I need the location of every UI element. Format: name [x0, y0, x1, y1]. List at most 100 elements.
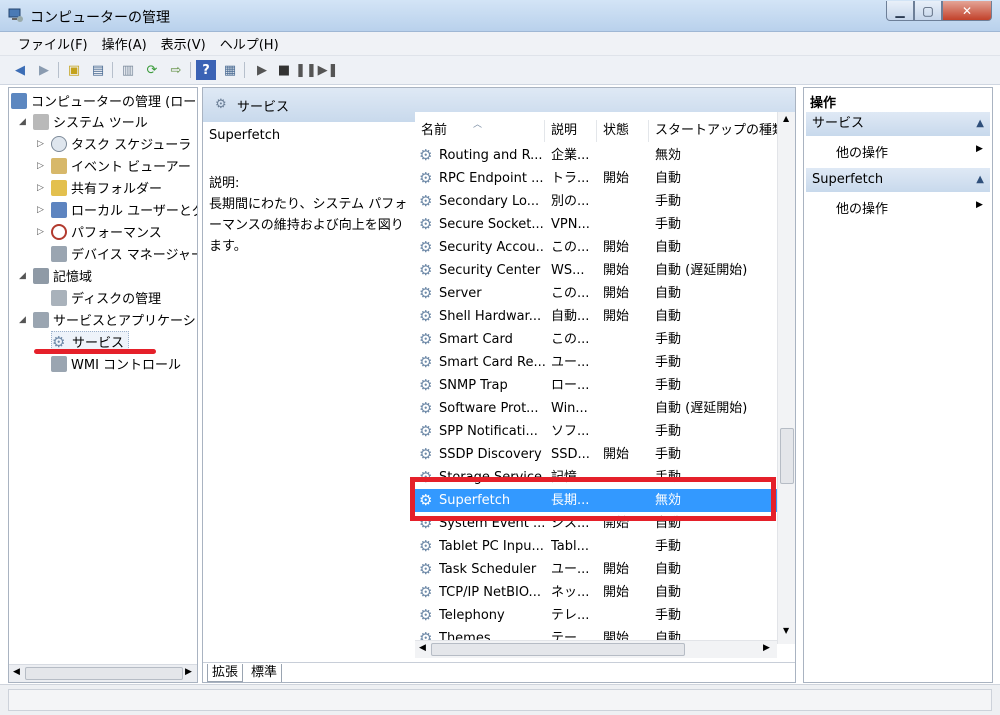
tree-item-wmi-control[interactable]: WMI コントロール — [51, 353, 181, 374]
export-list-icon[interactable]: ⇨ — [166, 60, 186, 80]
action-section-services[interactable]: サービス ▲ — [806, 112, 990, 136]
description-text: 長期間にわたり、システム パフォーマンスの維持および向上を図ります。 — [209, 197, 408, 254]
menu-help[interactable]: ヘルプ(H) — [220, 34, 279, 53]
maximize-button[interactable]: ▢ — [914, 1, 942, 21]
table-row[interactable]: ⚙ Routing and R... 企業... 無効 — [415, 144, 777, 167]
tree-item-event-viewer[interactable]: ▷ イベント ビューアー — [37, 155, 191, 176]
column-header-name[interactable]: 名前 ︿ — [415, 120, 545, 142]
table-row[interactable]: ⚙ SNMP Trap ロー... 手動 — [415, 374, 777, 397]
tree-item-storage[interactable]: ◢ 記憶域 — [19, 265, 92, 286]
scrollbar-thumb[interactable] — [780, 428, 794, 484]
table-row[interactable]: ⚙ TCP/IP NetBIO... ネッ... 開始 自動 — [415, 581, 777, 604]
table-row[interactable]: ⚙ Shell Hardwar... 自動... 開始 自動 — [415, 305, 777, 328]
tree-item-performance[interactable]: ▷ パフォーマンス — [37, 221, 162, 242]
menu-action[interactable]: 操作(A) — [102, 34, 147, 53]
cell-desc: ソフ... — [551, 424, 590, 439]
show-hide-tree-icon[interactable]: ▤ — [88, 60, 108, 80]
scroll-up-icon[interactable]: ▲ — [783, 114, 789, 123]
collapse-arrow-icon[interactable]: ◢ — [19, 117, 29, 127]
horizontal-scrollbar[interactable]: ◀ ▶ — [9, 664, 197, 682]
computer-management-icon — [8, 7, 24, 23]
column-header-startup-type[interactable]: スタートアップの種類 — [649, 120, 777, 142]
back-arrow-icon[interactable]: ◀ — [10, 60, 30, 80]
table-row[interactable]: ⚙ Task Scheduler ユー... 開始 自動 — [415, 558, 777, 581]
cell-startup: 自動 (遅延開始) — [655, 401, 748, 416]
table-row[interactable]: ⚙ Secondary Lo... 別の... 手動 — [415, 190, 777, 213]
scrollbar-thumb[interactable] — [25, 667, 183, 680]
table-row[interactable]: ⚙ SSDP Discovery SSD... 開始 手動 — [415, 443, 777, 466]
performance-icon — [51, 223, 67, 240]
table-row[interactable]: ⚙ Software Prot... Win... 自動 (遅延開始) — [415, 397, 777, 420]
action-more-actions[interactable]: 他の操作 — [836, 142, 888, 161]
tree-item-disk-management[interactable]: ディスクの管理 — [51, 287, 161, 308]
collapse-triangle-icon[interactable]: ▲ — [976, 168, 984, 192]
column-header-description[interactable]: 説明 — [545, 120, 597, 142]
scroll-left-icon[interactable]: ◀ — [419, 643, 426, 653]
table-row[interactable]: ⚙ Smart Card Re... ユー... 手動 — [415, 351, 777, 374]
cell-name: Routing and R... — [439, 148, 543, 163]
cell-desc: ユー... — [551, 355, 590, 370]
vertical-scrollbar[interactable]: ▲ ▼ — [777, 112, 795, 644]
expand-arrow-icon[interactable]: ▷ — [37, 183, 47, 193]
table-row[interactable]: ⚙ SPP Notificati... ソフ... 手動 — [415, 420, 777, 443]
tree-item-shared-folders[interactable]: ▷ 共有フォルダー — [37, 177, 162, 198]
action-more-actions[interactable]: 他の操作 — [836, 198, 888, 217]
scrollbar-thumb[interactable] — [431, 643, 685, 656]
collapse-triangle-icon[interactable]: ▲ — [976, 112, 984, 136]
menu-view[interactable]: 表示(V) — [161, 34, 206, 53]
expand-arrow-icon[interactable]: ▷ — [37, 227, 47, 237]
stop-service-icon[interactable]: ■ — [274, 60, 294, 80]
cell-name: Telephony — [439, 608, 505, 623]
table-row[interactable]: ⚙ Security Accou... この... 開始 自動 — [415, 236, 777, 259]
scroll-right-icon[interactable]: ▶ — [185, 667, 192, 677]
horizontal-scrollbar[interactable]: ◀ ▶ — [415, 640, 777, 658]
table-row[interactable]: ⚙ Security Center WS... 開始 自動 (遅延開始) — [415, 259, 777, 282]
collapse-arrow-icon[interactable]: ◢ — [19, 315, 29, 325]
up-folder-icon[interactable]: ▣ — [64, 60, 84, 80]
table-row[interactable]: ⚙ Server この... 開始 自動 — [415, 282, 777, 305]
start-service-icon[interactable]: ▶ — [252, 60, 272, 80]
table-row[interactable]: ⚙ Telephony テレ... 手動 — [415, 604, 777, 627]
menu-file[interactable]: ファイル(F) — [18, 34, 88, 53]
minimize-button[interactable]: ▁ — [886, 1, 914, 21]
tree-item-task-scheduler[interactable]: ▷ タスク スケジューラ — [37, 133, 191, 154]
expand-arrow-icon[interactable]: ▷ — [37, 205, 47, 215]
expand-arrow-icon[interactable]: ▷ — [37, 139, 47, 149]
column-header-status[interactable]: 状態 — [597, 120, 649, 142]
table-row[interactable]: ⚙ Smart Card この... 手動 — [415, 328, 777, 351]
services-pane: ⚙ サービス Superfetch 説明: 長期間にわたり、システム パフォーマ… — [202, 87, 796, 683]
scroll-right-icon[interactable]: ▶ — [763, 643, 770, 653]
table-row[interactable]: ⚙ Tablet PC Inpu... Tabl... 手動 — [415, 535, 777, 558]
pause-service-icon[interactable]: ❚❚ — [295, 60, 317, 80]
tree-item-local-users[interactable]: ▷ ローカル ユーザーとグ — [37, 199, 197, 220]
tree-item-label: WMI コントロール — [71, 358, 182, 373]
expand-arrow-icon[interactable]: ▷ — [37, 161, 47, 171]
cell-name: Secure Socket... — [439, 217, 544, 232]
window-title: コンピューターの管理 — [30, 10, 170, 26]
scroll-left-icon[interactable]: ◀ — [13, 667, 20, 677]
forward-arrow-icon[interactable]: ▶ — [34, 60, 54, 80]
tree-item-computer-management[interactable]: コンピューターの管理 (ロー — [11, 90, 196, 111]
help-icon[interactable]: ? — [196, 60, 216, 80]
refresh-icon[interactable]: ⟳ — [142, 60, 162, 80]
tree-item-device-manager[interactable]: デバイス マネージャー — [51, 243, 197, 264]
collapse-arrow-icon[interactable]: ◢ — [19, 271, 29, 281]
gear-icon: ⚙ — [419, 192, 433, 210]
table-row[interactable]: ⚙ Secure Socket... VPN... 手動 — [415, 213, 777, 236]
tools-icon — [33, 113, 49, 130]
scroll-down-icon[interactable]: ▼ — [783, 626, 789, 635]
gear-icon: ⚙ — [419, 583, 433, 601]
tree-item-services-apps[interactable]: ◢ サービスとアプリケーシ — [19, 309, 196, 330]
properties-icon[interactable]: ▥ — [118, 60, 138, 80]
close-button[interactable]: ✕ — [942, 1, 992, 21]
show-action-pane-icon[interactable]: ▦ — [220, 60, 240, 80]
table-row[interactable]: ⚙ Themes テー... 開始 自動 — [415, 627, 777, 640]
tab-standard[interactable]: 標準 — [247, 664, 283, 682]
tree-item-label: ディスクの管理 — [71, 292, 162, 307]
cell-name: SPP Notificati... — [439, 424, 538, 439]
tab-extended[interactable]: 拡張 — [207, 664, 244, 682]
tree-item-system-tools[interactable]: ◢ システム ツール — [19, 111, 148, 132]
table-row[interactable]: ⚙ RPC Endpoint ... トラ... 開始 自動 — [415, 167, 777, 190]
action-section-superfetch[interactable]: Superfetch ▲ — [806, 168, 990, 192]
restart-service-icon[interactable]: ▶❚ — [318, 60, 339, 80]
